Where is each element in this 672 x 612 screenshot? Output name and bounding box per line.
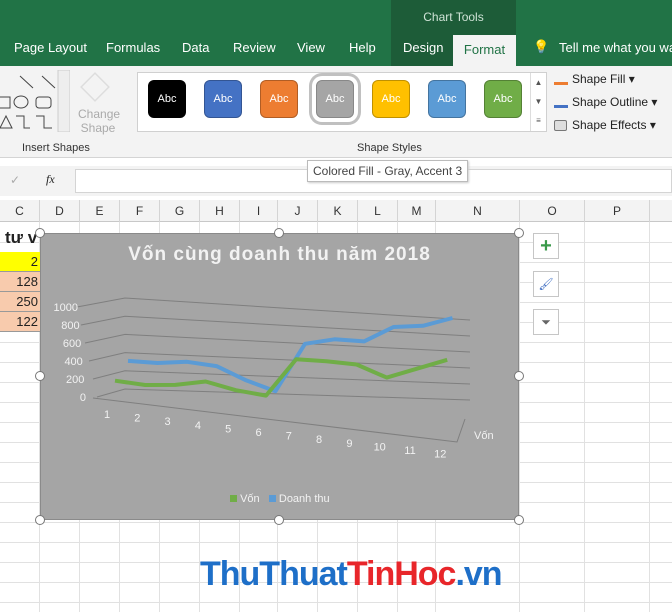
chart-elements-plus-icon[interactable]: +	[533, 233, 559, 259]
y-tick-label: 800	[61, 320, 79, 332]
legend-swatch-doanh-thu	[268, 495, 276, 502]
depth-axis-label: Vốn	[474, 430, 494, 442]
x-tick-label: 1	[104, 409, 110, 421]
y-tick-label: 200	[66, 374, 84, 386]
y-tick-label: 1000	[54, 302, 78, 314]
resize-handle[interactable]	[35, 515, 45, 525]
y-tick-label: 0	[80, 392, 86, 404]
tooltip: Colored Fill - Gray, Accent 3	[307, 160, 469, 182]
y-tick-label: 600	[63, 338, 81, 350]
watermark-logo: ThuThuatTinHoc.vn	[200, 555, 503, 593]
resize-handle[interactable]	[514, 371, 524, 381]
x-tick-label: 6	[255, 427, 261, 439]
y-tick-label: 400	[64, 356, 82, 368]
x-tick-label: 12	[434, 449, 446, 461]
legend-label-von: Vốn	[240, 493, 260, 505]
x-tick-label: 10	[374, 441, 386, 453]
x-tick-label: 9	[346, 438, 352, 450]
chart-filter-icon[interactable]: ⏷	[533, 309, 559, 335]
legend-label-doanh-thu: Doanh thu	[278, 493, 330, 505]
legend[interactable]: Vốn Doanh thu	[230, 493, 330, 505]
y-gridline	[84, 333, 471, 353]
resize-handle[interactable]	[35, 228, 45, 238]
chart-plot: 020040060080010001 2 3 4 5 6 7 8 9 10 11 12Vốn	[54, 297, 494, 461]
resize-handle[interactable]	[514, 515, 524, 525]
x-tick-label: 5	[225, 423, 231, 435]
resize-handle[interactable]	[274, 515, 284, 525]
resize-handle[interactable]	[274, 228, 284, 238]
resize-handle[interactable]	[514, 228, 524, 238]
y-gridline	[96, 388, 471, 401]
floor-edge	[92, 397, 466, 443]
chart-styles-brush-icon[interactable]: 🖌	[533, 271, 559, 297]
x-tick-label: 3	[165, 416, 171, 428]
legend-swatch-von	[230, 495, 237, 502]
x-tick-label: 2	[134, 413, 140, 425]
x-tick-label: 8	[316, 434, 322, 446]
resize-handle[interactable]	[35, 371, 45, 381]
x-tick-label: 7	[286, 431, 292, 443]
x-tick-label: 4	[195, 420, 201, 432]
x-tick-label: 11	[404, 445, 415, 457]
